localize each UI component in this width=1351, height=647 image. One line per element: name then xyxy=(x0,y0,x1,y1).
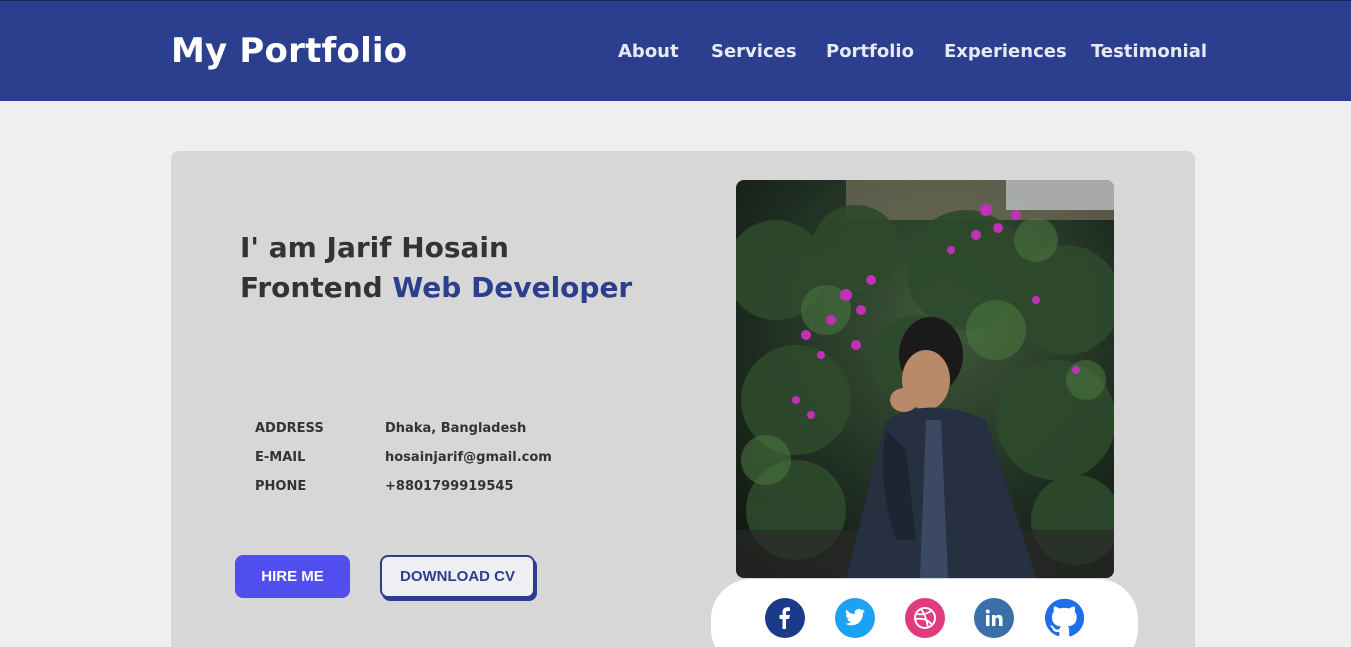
info-value: hosainjarif@gmail.com xyxy=(385,450,552,465)
info-label: PHONE xyxy=(255,479,307,494)
nav-link-testimonial[interactable]: Testimonial xyxy=(1091,41,1207,62)
hero-intro: I' am Jarif Hosain xyxy=(240,231,509,264)
profile-photo xyxy=(736,180,1114,578)
hero-role-accent: Web Developer xyxy=(392,271,633,304)
top-navbar: My Portfolio About Services Portfolio Ex… xyxy=(0,0,1351,101)
nav-link-services[interactable]: Services xyxy=(711,41,797,62)
info-label: ADDRESS xyxy=(255,421,324,436)
info-value: Dhaka, Bangladesh xyxy=(385,421,527,436)
nav-link-portfolio[interactable]: Portfolio xyxy=(826,41,914,62)
facebook-icon[interactable] xyxy=(765,598,805,638)
linkedin-icon[interactable] xyxy=(974,598,1014,638)
hire-me-button[interactable]: HIRE ME xyxy=(235,555,350,598)
hero-headline: I' am Jarif Hosain Frontend Web Develope… xyxy=(240,228,632,308)
dribbble-icon[interactable] xyxy=(905,598,945,638)
github-icon[interactable] xyxy=(1044,598,1084,638)
nav-link-experiences[interactable]: Experiences xyxy=(944,41,1067,62)
twitter-icon[interactable] xyxy=(835,598,875,638)
info-value: +8801799919545 xyxy=(385,479,514,494)
info-label: E-MAIL xyxy=(255,450,306,465)
main-nav: About Services Portfolio Experiences Tes… xyxy=(0,41,1351,65)
nav-link-about[interactable]: About xyxy=(618,41,679,62)
hero-role-prefix: Frontend xyxy=(240,271,383,304)
download-cv-button[interactable]: DOWNLOAD CV xyxy=(380,555,535,598)
